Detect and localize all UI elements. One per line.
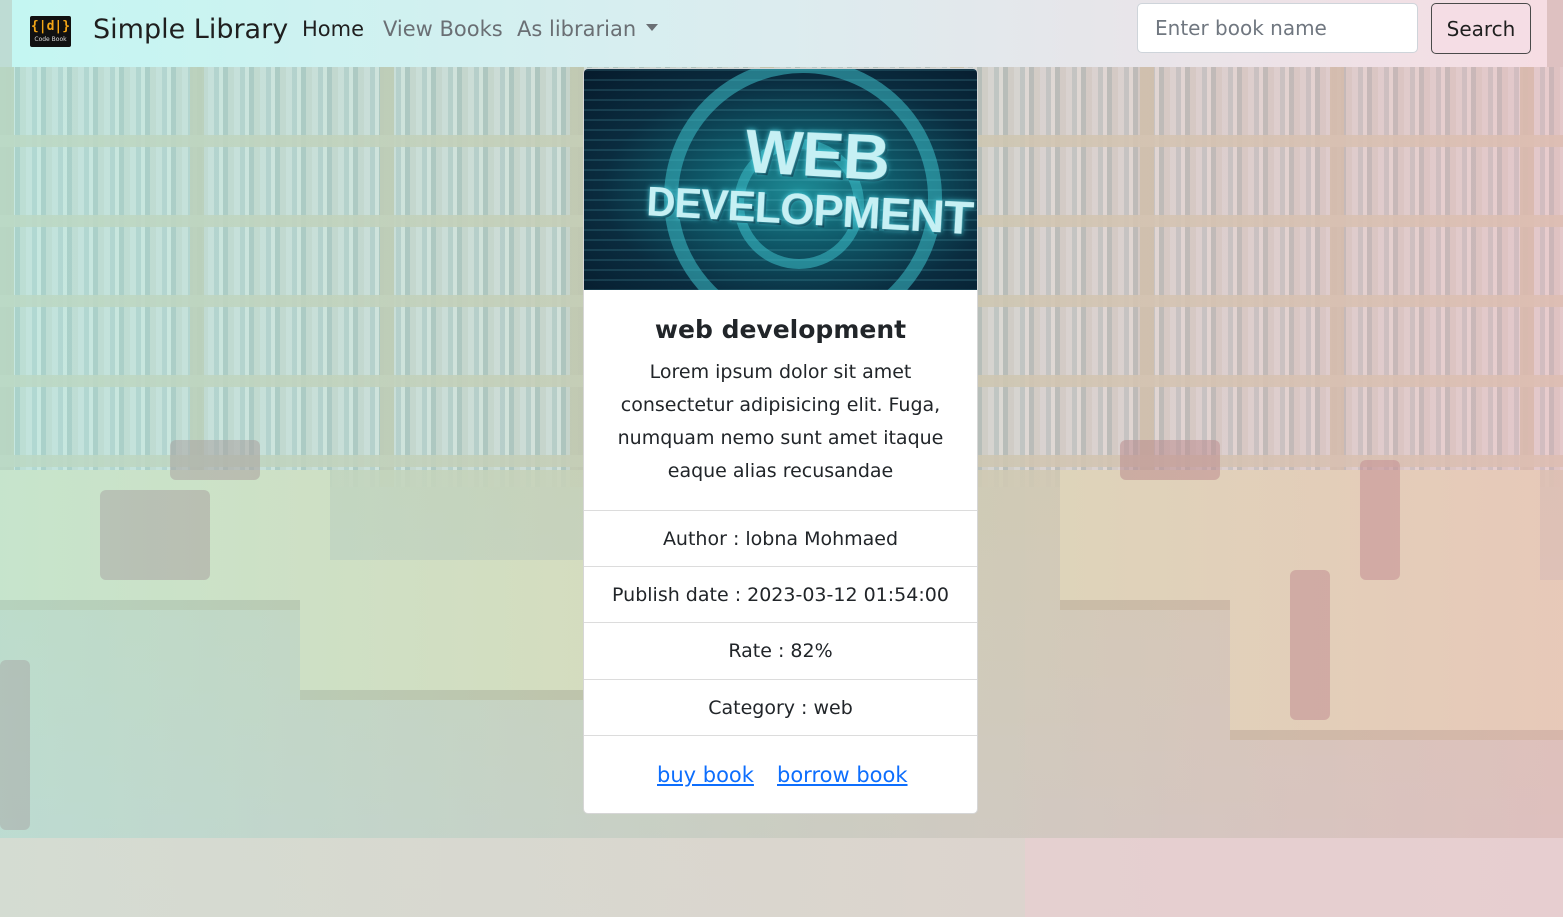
search-button[interactable]: Search	[1431, 3, 1531, 54]
background-bottom-split	[1025, 838, 1563, 917]
background-bottom-strip	[0, 838, 1563, 917]
nav-dropdown-label: As librarian	[517, 17, 637, 41]
nav-link-view-books[interactable]: View Books	[383, 14, 503, 44]
book-author: Author : lobna Mohmaed	[584, 510, 977, 566]
chevron-down-icon	[646, 23, 659, 31]
borrow-book-link[interactable]: borrow book	[777, 760, 908, 790]
nav-link-home[interactable]: Home	[302, 14, 364, 44]
book-category: Category : web	[584, 679, 977, 735]
book-cover-image: WEB DEVELOPMENT	[584, 69, 977, 290]
buy-book-link[interactable]: buy book	[657, 760, 754, 790]
book-publish-date: Publish date : 2023-03-12 01:54:00	[584, 566, 977, 622]
card-body: web development Lorem ipsum dolor sit am…	[584, 290, 977, 510]
book-description: Lorem ipsum dolor sit amet consectetur a…	[617, 361, 944, 482]
logo-glyph: {|d|}	[30, 19, 71, 34]
book-title: web development	[654, 315, 907, 344]
nav-dropdown-as-librarian[interactable]: As librarian	[517, 14, 659, 44]
search-input[interactable]	[1137, 3, 1418, 53]
book-card: WEB DEVELOPMENT web development Lorem ip…	[583, 68, 978, 814]
card-actions: buy book borrow book	[584, 735, 977, 813]
code-book-logo-icon[interactable]: {|d|} Code Book	[30, 16, 71, 47]
navbar: {|d|} Code Book Simple Library Home View…	[12, 0, 1547, 67]
book-rate: Rate : 82%	[584, 622, 977, 679]
logo-text: Code Book	[34, 36, 67, 43]
brand-name[interactable]: Simple Library	[93, 12, 288, 48]
